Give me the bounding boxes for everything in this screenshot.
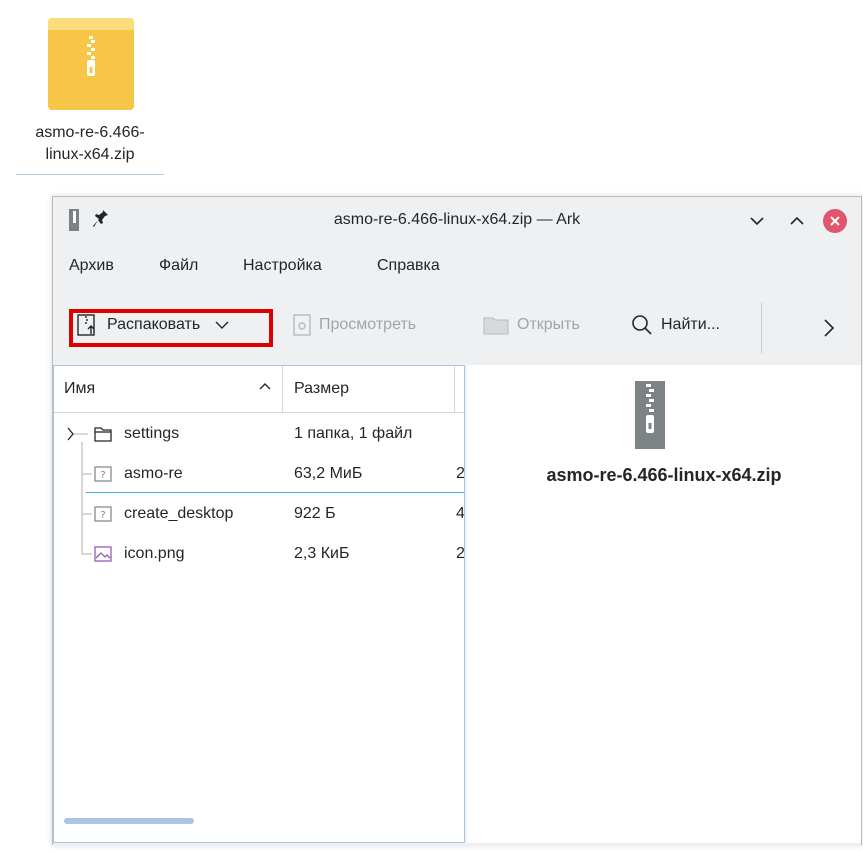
tree-row-create-desktop[interactable]: ? create_desktop 922 Б 4 [54, 494, 464, 534]
file-extra: 2 [456, 545, 464, 562]
folder-open-icon [483, 317, 509, 335]
toolbar: Распаковать Просмотреть Открыть Найти... [53, 297, 861, 353]
file-name: settings [124, 425, 180, 442]
column-name[interactable]: Имя [64, 380, 95, 398]
drop-indicator-line [86, 492, 464, 493]
info-panel: asmo-re-6.466-linux-x64.zip [467, 365, 861, 843]
file-size: 2,3 КиБ [294, 545, 350, 562]
file-name: asmo-re [124, 465, 183, 482]
zip-archive-icon [48, 18, 134, 110]
desktop-archive-icon[interactable]: asmo-re-6.466- linux-x64.zip [16, 14, 164, 175]
folder-icon [94, 427, 112, 442]
file-extra: 2 [456, 465, 464, 482]
tree-branch-line [81, 494, 92, 534]
ark-window: asmo-re-6.466-linux-x64.zip — Ark Архив … [52, 196, 862, 845]
menu-bar: Архив Файл Настройка Справка [53, 253, 861, 283]
unknown-file-icon: ? [94, 466, 112, 482]
tree-row-asmo-re[interactable]: ? asmo-re 63,2 МиБ 2 [54, 454, 464, 494]
file-name: create_desktop [124, 505, 234, 522]
zip-archive-icon [635, 381, 665, 449]
image-file-icon [94, 546, 112, 562]
preview-label: Просмотреть [319, 316, 417, 333]
title-bar[interactable]: asmo-re-6.466-linux-x64.zip — Ark [53, 197, 861, 243]
tree-branch-line [81, 454, 92, 494]
horizontal-scrollbar[interactable] [64, 818, 194, 824]
file-size: 922 Б [294, 505, 336, 522]
sort-ascending-icon[interactable] [258, 378, 272, 394]
desktop-label-line2: linux-x64.zip [45, 146, 135, 163]
extract-icon [77, 314, 95, 336]
column-header: Имя Размер [54, 366, 464, 413]
toolbar-separator [761, 303, 762, 353]
preview-icon [293, 314, 311, 336]
desktop-label-line1: asmo-re-6.466- [35, 124, 145, 141]
search-icon [632, 315, 652, 335]
svg-text:?: ? [100, 510, 105, 521]
column-divider[interactable] [454, 366, 455, 412]
desktop-icon-label: asmo-re-6.466- linux-x64.zip [16, 122, 164, 166]
unknown-file-icon: ? [94, 506, 112, 522]
window-title: asmo-re-6.466-linux-x64.zip — Ark [333, 211, 581, 228]
find-label: Найти... [661, 316, 720, 333]
extract-button[interactable]: Распаковать [77, 307, 230, 343]
chevron-down-icon[interactable] [214, 317, 230, 333]
file-size: 1 папка, 1 файл [294, 425, 413, 442]
tree-row-settings[interactable]: settings 1 папка, 1 файл [54, 414, 464, 454]
maximize-button[interactable] [785, 209, 809, 233]
svg-text:?: ? [100, 470, 105, 481]
find-button[interactable]: Найти... [631, 307, 720, 343]
menu-settings[interactable]: Настройка [243, 257, 322, 275]
menu-file[interactable]: Файл [159, 257, 198, 275]
preview-button[interactable]: Просмотреть [293, 307, 416, 343]
expand-arrow-icon[interactable] [66, 414, 96, 454]
file-name: icon.png [124, 545, 185, 562]
file-size: 63,2 МиБ [294, 465, 363, 482]
minimize-button[interactable] [745, 209, 769, 233]
archive-filename: asmo-re-6.466-linux-x64.zip [546, 465, 782, 485]
tree-row-icon-png[interactable]: icon.png 2,3 КиБ 2 [54, 534, 464, 574]
chevron-right-icon[interactable] [821, 317, 837, 339]
menu-help[interactable]: Справка [377, 257, 440, 275]
column-divider[interactable] [282, 366, 283, 412]
extract-label: Распаковать [107, 316, 201, 333]
open-label: Открыть [517, 316, 580, 333]
open-button[interactable]: Открыть [483, 307, 580, 343]
close-icon [830, 216, 840, 226]
file-extra: 4 [456, 505, 464, 522]
menu-archive[interactable]: Архив [69, 257, 114, 275]
tree-branch-line [81, 534, 92, 555]
close-button[interactable] [823, 209, 847, 233]
archive-file-list[interactable]: Имя Размер settings 1 папка, 1 файл ? as… [53, 365, 465, 843]
column-size[interactable]: Размер [294, 380, 349, 398]
